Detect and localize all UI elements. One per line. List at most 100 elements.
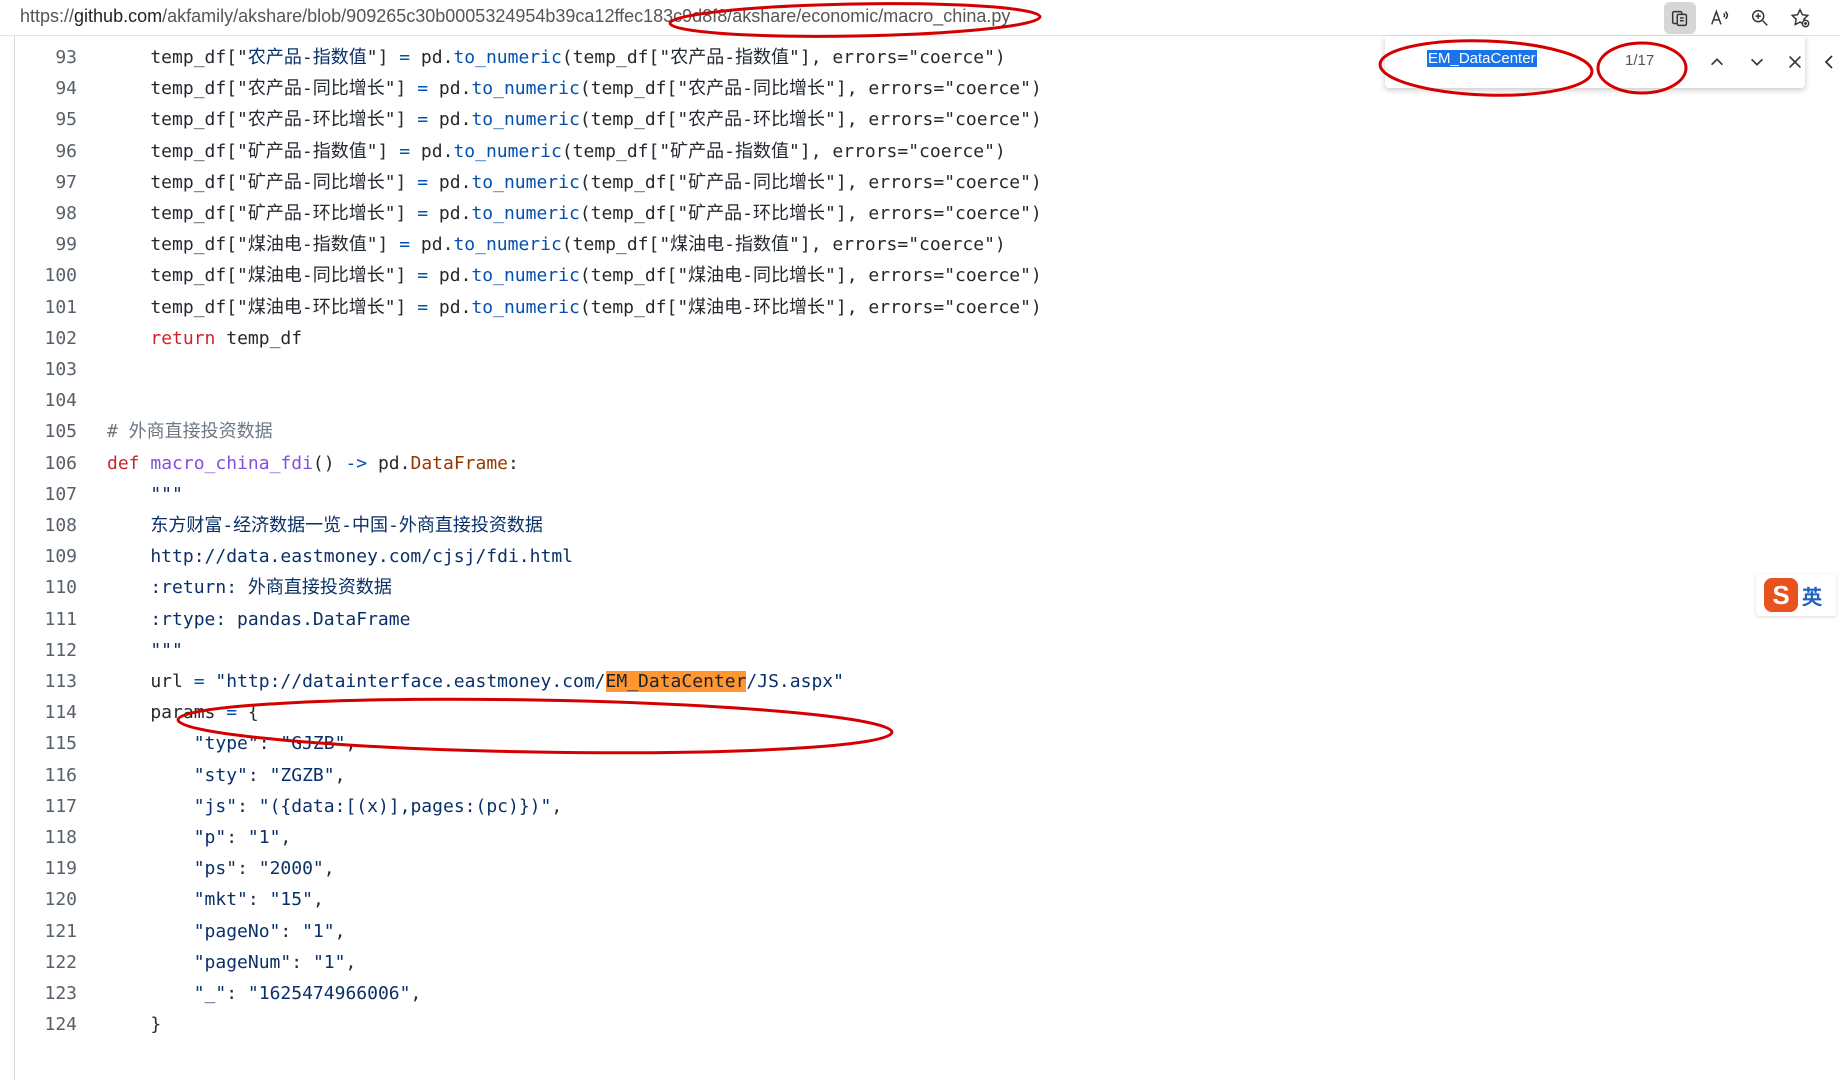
find-previous-button[interactable] [1703,48,1731,76]
code-token: "_" [193,983,227,1004]
code-token: : [247,764,270,786]
code-token: (temp_df["农产品-同比增长"], errors="coerce") [579,78,1042,100]
code-token: pd. [428,265,472,287]
code-token: : [226,983,248,1004]
line-number[interactable]: 114 [15,697,77,728]
url-text[interactable]: https://github.com/akfamily/akshare/blob… [20,6,1010,27]
code-token: "http://datainterface.eastmoney.com/ [215,671,606,692]
close-icon [1789,56,1801,68]
line-number[interactable]: 106 [15,448,77,479]
line-number[interactable]: 96 [15,136,77,167]
line-number[interactable]: 121 [15,916,77,947]
line-number[interactable]: 124 [15,1009,77,1040]
line-number[interactable]: 110 [15,572,77,603]
code-token: temp_df["农产品-环比增长"] [107,109,418,131]
find-close-button[interactable] [1781,48,1809,76]
line-number[interactable]: 105 [15,416,77,447]
line-number[interactable]: 107 [15,479,77,510]
code-token: "mkt" [193,889,248,911]
line-number[interactable]: 108 [15,510,77,541]
line-number[interactable]: 97 [15,167,77,198]
line-number[interactable]: 113 [15,666,77,697]
line-number[interactable]: 93 [15,42,77,73]
zoom-icon[interactable] [1744,2,1776,34]
code-token: to_numeric [471,171,580,193]
find-input[interactable]: EM_DataCenter [1427,50,1537,72]
line-number[interactable]: 111 [15,604,77,635]
code-token: "1" [312,951,346,973]
code-token: = [417,109,429,131]
code-line: 93 temp_df["农产品-指数值"] = pd.to_numeric(te… [15,42,1006,73]
code-token: = [399,140,411,162]
line-number[interactable]: 115 [15,728,77,759]
line-number[interactable]: 101 [15,292,77,323]
code-token: () [312,452,346,474]
line-number[interactable]: 119 [15,853,77,884]
code-token: (temp_df["矿产品-环比增长"], errors="coerce") [579,203,1042,224]
code-token: DataFrame [410,452,509,474]
line-number[interactable]: 95 [15,104,77,135]
ime-language: 英 [1802,586,1822,609]
code-token: , [334,764,346,786]
line-number[interactable]: 100 [15,260,77,291]
code-token: : [258,733,281,755]
code-token: pd. [410,140,454,162]
line-number[interactable]: 117 [15,791,77,822]
code-token: /JS.aspx" [746,671,844,692]
code-line: 110 :return: 外商直接投资数据 [15,572,391,603]
line-number[interactable]: 112 [15,635,77,666]
ime-indicator[interactable]: S 英 [1756,574,1836,616]
chevron-down-icon [1751,58,1763,66]
code-line: 105 # 外商直接投资数据 [15,416,272,447]
code-line: 123 "_": "1625474966006", [15,978,421,1009]
line-number[interactable]: 109 [15,541,77,572]
read-aloud-icon[interactable] [1704,2,1736,34]
line-number[interactable]: 123 [15,978,77,1009]
code-token: pd. [410,234,454,256]
reader-mode-icon[interactable] [1664,2,1696,34]
code-token: """ [107,639,183,661]
code-token: pd. [367,452,411,474]
line-number[interactable]: 116 [15,760,77,791]
code-token: "sty" [193,764,248,786]
code-token: "type" [193,733,259,755]
code-token: (temp_df["农产品-指数值"], errors="coerce") [561,47,1006,68]
code-token: temp_df["农产品-同比增长"] [107,78,418,100]
code-token: to_numeric [471,109,580,131]
code-line: 103 [15,354,107,385]
code-token: temp_df[" [107,47,248,68]
line-number[interactable]: 118 [15,822,77,853]
code-token: : [237,795,259,817]
code-token: , [551,795,563,817]
line-number[interactable]: 104 [15,385,77,416]
code-token: -> [345,452,368,474]
code-token: = [226,702,238,724]
sidebar-collapse-button[interactable] [1818,40,1840,84]
line-number[interactable]: 122 [15,947,77,978]
line-number[interactable]: 94 [15,73,77,104]
code-token: """ [107,483,183,505]
code-line: 95 temp_df["农产品-环比增长"] = pd.to_numeric(t… [15,104,1041,135]
find-match-count: 1/17 [1625,52,1655,69]
code-token: "pageNo" [193,920,281,942]
sogou-logo-icon: S [1764,578,1798,612]
line-number[interactable]: 98 [15,198,77,229]
code-token: temp_df["矿产品-环比增长"] [107,203,418,224]
line-number[interactable]: 120 [15,884,77,915]
code-token: , [345,733,357,755]
find-bar: EM_DataCenter 1/17 [1385,36,1805,88]
find-next-button[interactable] [1743,48,1771,76]
line-number[interactable]: 103 [15,354,77,385]
code-token: "1" [302,920,335,942]
line-number[interactable]: 102 [15,323,77,354]
line-number[interactable]: 99 [15,229,77,260]
address-bar[interactable]: https://github.com/akfamily/akshare/blob… [0,0,1840,36]
favorite-add-icon[interactable] [1784,2,1816,34]
